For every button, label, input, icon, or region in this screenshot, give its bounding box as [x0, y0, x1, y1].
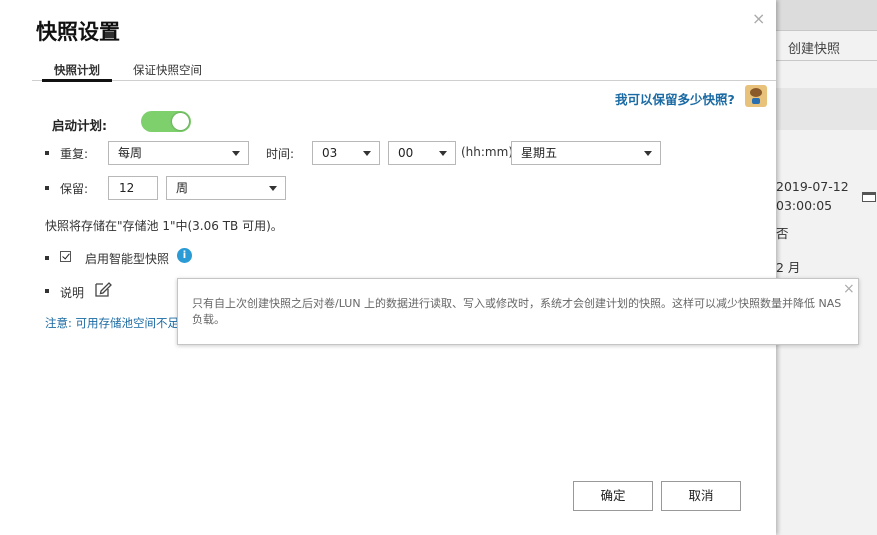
cancel-button[interactable]: 取消 — [661, 481, 741, 511]
chevron-down-icon — [269, 186, 277, 191]
schedule-label: 启动计划: — [52, 118, 107, 133]
repeat-select-value: 每周 — [118, 146, 143, 160]
background-text-fragment-2: 2 月 — [776, 260, 801, 275]
retain-unit-value: 周 — [176, 181, 189, 195]
tab-snapshot-schedule[interactable]: 快照计划 — [42, 62, 112, 82]
tab-bar: 快照计划 保证快照空间 — [32, 62, 776, 82]
time-label: 时间: — [266, 147, 295, 161]
ok-button[interactable]: 确定 — [573, 481, 653, 511]
repeat-select[interactable]: 每周 — [108, 141, 249, 165]
retain-count-input[interactable]: 12 — [108, 176, 158, 200]
background-divider — [776, 60, 877, 61]
bullet-icon — [45, 186, 49, 190]
snapshot-time: 03:00:05 — [776, 198, 833, 213]
dialog-title: 快照设置 — [36, 20, 120, 44]
window-icon[interactable] — [862, 192, 876, 202]
weekday-select[interactable]: 星期五 — [511, 141, 661, 165]
minute-select-value: 00 — [398, 146, 414, 160]
hour-select[interactable]: 03 — [312, 141, 380, 165]
snapshot-settings-dialog: × 快照设置 快照计划 保证快照空间 我可以保留多少快照? 启动计划: 重复: … — [0, 0, 776, 535]
tooltip-text: 只有自上次创建快照之后对卷/LUN 上的数据进行读取、写入或修改时，系统才会创建… — [192, 297, 842, 326]
chevron-down-icon — [644, 151, 652, 156]
retain-label: 保留: — [60, 182, 89, 196]
info-icon[interactable]: i — [177, 248, 192, 263]
minute-select[interactable]: 00 — [388, 141, 456, 165]
close-icon[interactable]: × — [843, 281, 855, 297]
storage-info-text: 快照将存储在"存储池 1"中(3.06 TB 可用)。 — [45, 219, 283, 233]
time-format-hint: (hh:mm) — [461, 145, 513, 159]
chevron-down-icon — [439, 151, 447, 156]
help-avatar-icon[interactable] — [745, 85, 767, 107]
background-app-panel: 创建快照 2019-07-12 03:00:05 否 2 月 — [776, 0, 877, 535]
retain-unit-select[interactable]: 周 — [166, 176, 286, 200]
snapshot-date: 2019-07-12 — [776, 179, 849, 194]
storage-warning-note: 注意: 可用存储池空间不足 — [45, 316, 180, 330]
edit-icon[interactable] — [94, 280, 112, 298]
hour-select-value: 03 — [322, 146, 338, 160]
background-toolbar — [776, 0, 877, 31]
chevron-down-icon — [363, 151, 371, 156]
bullet-icon — [45, 256, 49, 260]
tab-guaranteed-snapshot-space[interactable]: 保证快照空间 — [133, 62, 202, 78]
background-text-fragment: 否 — [776, 226, 789, 241]
repeat-label: 重复: — [60, 147, 89, 161]
close-icon[interactable]: × — [752, 9, 765, 28]
bullet-icon — [45, 151, 49, 155]
description-label: 说明 — [60, 286, 85, 300]
smart-snapshot-tooltip: 只有自上次创建快照之后对卷/LUN 上的数据进行读取、写入或修改时，系统才会创建… — [177, 278, 859, 345]
schedule-toggle[interactable] — [141, 111, 191, 132]
how-many-snapshots-link[interactable]: 我可以保留多少快照? — [615, 89, 735, 108]
smart-snapshot-label: 启用智能型快照 — [85, 252, 170, 266]
create-snapshot-button[interactable]: 创建快照 — [788, 38, 840, 57]
bullet-icon — [45, 289, 49, 293]
weekday-select-value: 星期五 — [521, 146, 558, 160]
chevron-down-icon — [232, 151, 240, 156]
smart-snapshot-checkbox[interactable] — [60, 251, 71, 262]
background-header-row — [776, 88, 877, 202]
